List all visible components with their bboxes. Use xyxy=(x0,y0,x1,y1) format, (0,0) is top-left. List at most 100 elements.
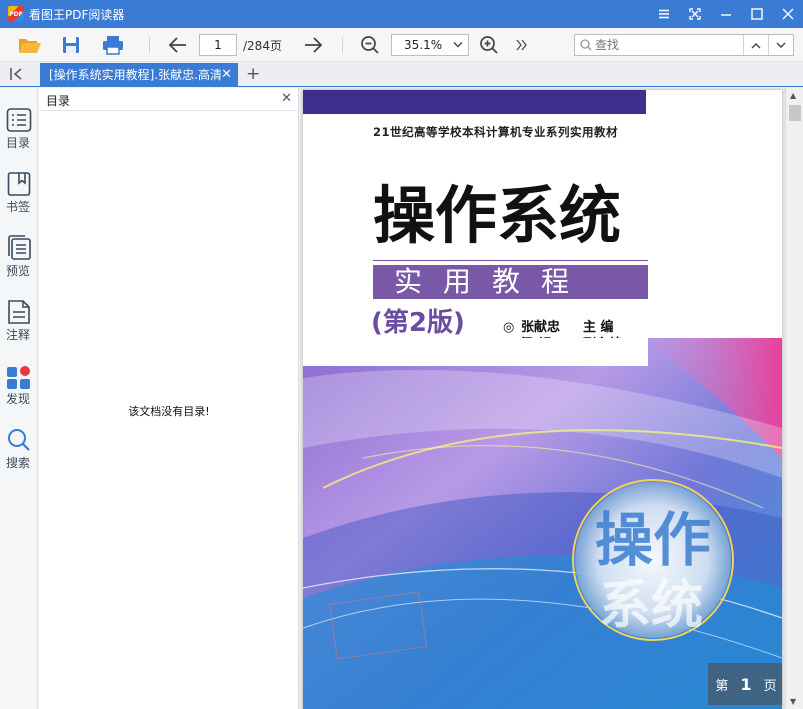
minimize-icon xyxy=(720,14,731,16)
print-button[interactable] xyxy=(100,33,126,57)
page-indicator-prefix: 第 xyxy=(715,678,729,694)
cover-artwork: 操作 系统 xyxy=(303,338,782,709)
author-name: 张献忠 xyxy=(521,320,561,335)
printer-icon xyxy=(103,36,123,55)
fullscreen-button[interactable] xyxy=(679,0,710,28)
author-bullet: ◎ xyxy=(503,320,515,335)
cover-top-band xyxy=(303,90,646,114)
toc-title: 目录 xyxy=(46,94,71,108)
svg-text:系统: 系统 xyxy=(599,575,703,636)
tab-label: [操作系统实用教程].张献忠.高清 xyxy=(49,68,221,82)
sidebar-item-label: 注释 xyxy=(5,328,30,342)
collapse-sidebar-button[interactable] xyxy=(9,67,25,84)
scroll-up-icon[interactable]: ▲ xyxy=(790,91,796,100)
svg-text:操作: 操作 xyxy=(595,506,711,574)
annotation-icon xyxy=(8,300,30,324)
sidebar: 目录 书签 预览 注释 发现 搜索 xyxy=(0,88,38,709)
search-next-button[interactable] xyxy=(768,35,793,55)
window-controls xyxy=(648,0,803,28)
search-input[interactable] xyxy=(595,36,740,54)
previous-page-button[interactable] xyxy=(165,33,191,57)
chevron-down-icon xyxy=(453,42,463,48)
search-field[interactable] xyxy=(574,34,794,56)
cover-art-illustration: 操作 系统 xyxy=(303,338,782,709)
sidebar-item-label: 书签 xyxy=(5,200,30,214)
close-icon xyxy=(782,8,793,20)
sidebar-item-label: 发现 xyxy=(5,392,30,406)
sidebar-item-search[interactable]: 搜索 xyxy=(0,408,38,470)
zoom-in-icon xyxy=(480,36,498,54)
save-icon xyxy=(63,37,79,53)
toc-close-icon[interactable]: ✕ xyxy=(281,91,292,106)
zoom-out-button[interactable] xyxy=(357,33,383,57)
cover-series-text: 21世纪高等学校本科计算机专业系列实用教材 xyxy=(373,125,619,139)
cover-title: 操作系统 xyxy=(373,179,622,252)
bookmark-icon xyxy=(7,172,31,196)
page-indicator-number: 1 xyxy=(740,674,752,694)
document-tab[interactable]: [操作系统实用教程].张献忠.高清 ✕ xyxy=(40,63,238,87)
sidebar-item-label: 目录 xyxy=(5,136,30,150)
toc-icon xyxy=(6,108,32,132)
scrollbar-thumb[interactable] xyxy=(789,105,801,121)
author-role: 主 编 xyxy=(583,320,614,335)
cover-subtitle: 实用教程 xyxy=(373,265,648,299)
sidebar-item-preview[interactable]: 预览 xyxy=(0,216,38,278)
toc-empty-message: 该文档没有目录! xyxy=(128,405,210,418)
page-number-input[interactable]: 1 xyxy=(199,34,237,56)
open-file-button[interactable] xyxy=(17,33,43,57)
maximize-icon xyxy=(750,8,763,20)
sidebar-item-bookmark[interactable]: 书签 xyxy=(0,152,38,214)
collapse-left-icon xyxy=(10,68,22,80)
cover-edition: (第2版) xyxy=(371,308,465,338)
toolbar: 1 /284页 35.1% xyxy=(0,28,803,62)
cover-divider xyxy=(373,260,648,261)
toolbar-divider xyxy=(342,37,343,53)
search-icon xyxy=(580,39,592,51)
total-pages-label: /284页 xyxy=(243,39,282,53)
zoom-out-icon xyxy=(361,36,379,54)
app-logo-icon: PDF xyxy=(8,6,24,22)
maximize-button[interactable] xyxy=(741,0,772,28)
chevron-up-icon xyxy=(751,42,761,48)
tab-close-icon[interactable]: ✕ xyxy=(221,63,232,87)
sidebar-item-discover[interactable]: 发现 xyxy=(0,344,38,406)
zoom-value: 35.1% xyxy=(404,38,443,52)
save-button[interactable] xyxy=(58,33,84,57)
vertical-scrollbar[interactable]: ▲ ▼ xyxy=(785,88,803,709)
arrow-right-icon xyxy=(305,37,323,53)
zoom-select[interactable]: 35.1% xyxy=(391,34,469,56)
fullscreen-icon xyxy=(688,8,701,20)
discover-icon xyxy=(7,366,30,389)
document-viewer[interactable]: 21世纪高等学校本科计算机专业系列实用教材 操作系统 实用教程 (第2版) ◎ … xyxy=(300,88,803,709)
menu-button[interactable] xyxy=(648,0,679,28)
minimize-button[interactable] xyxy=(710,0,741,28)
folder-icon xyxy=(19,39,41,53)
arrow-left-icon xyxy=(168,37,186,53)
toc-header: 目录 ✕ xyxy=(39,88,298,111)
zoom-in-button[interactable] xyxy=(476,33,502,57)
double-chevron-right-icon xyxy=(516,39,527,51)
close-button[interactable] xyxy=(772,0,803,28)
search-icon xyxy=(8,429,30,451)
pdf-page: 21世纪高等学校本科计算机专业系列实用教材 操作系统 实用教程 (第2版) ◎ … xyxy=(303,90,782,709)
toc-panel: 目录 ✕ 该文档没有目录! xyxy=(39,88,299,709)
sidebar-item-toc[interactable]: 目录 xyxy=(0,88,38,150)
chevron-down-icon xyxy=(776,42,786,48)
window-title: 看图王PDF阅读器 xyxy=(29,7,125,22)
title-bar: PDF 看图王PDF阅读器 xyxy=(0,0,803,28)
scroll-down-icon[interactable]: ▼ xyxy=(790,697,796,706)
author-row: ◎ 张献忠 主 编 xyxy=(503,319,622,336)
sidebar-item-label: 搜索 xyxy=(5,456,30,470)
menu-icon xyxy=(658,9,669,19)
toolbar-divider xyxy=(149,37,150,53)
search-previous-button[interactable] xyxy=(743,35,768,55)
page-indicator: 第 1 页 xyxy=(708,663,782,705)
sidebar-item-label: 预览 xyxy=(5,264,30,278)
new-tab-button[interactable]: + xyxy=(246,64,260,84)
more-tools-button[interactable] xyxy=(509,33,535,57)
thumbnails-icon xyxy=(8,235,31,260)
tab-bar: [操作系统实用教程].张献忠.高清 ✕ + xyxy=(0,63,803,87)
next-page-button[interactable] xyxy=(300,33,326,57)
sidebar-item-annotation[interactable]: 注释 xyxy=(0,280,38,342)
page-indicator-suffix: 页 xyxy=(763,678,777,694)
